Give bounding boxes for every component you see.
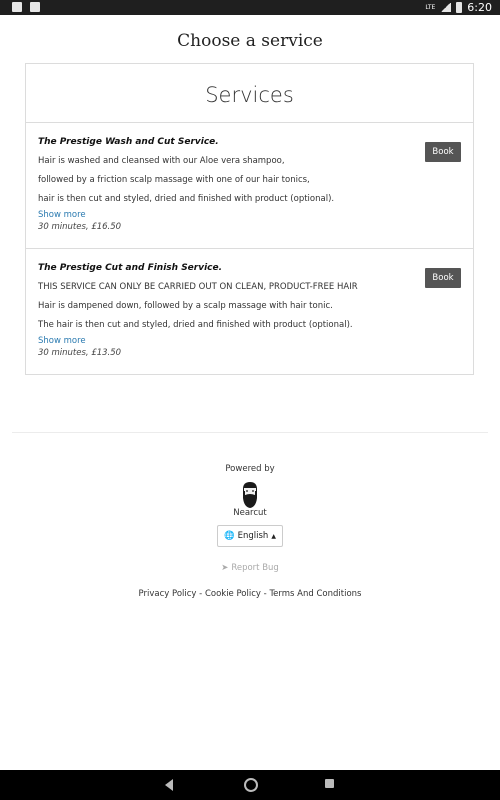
service-description-line: The hair is then cut and styled, dried a… bbox=[38, 320, 353, 330]
link-separator: - bbox=[196, 589, 205, 599]
home-icon[interactable] bbox=[244, 778, 258, 792]
report-bug-link[interactable]: ➤ Report Bug bbox=[0, 563, 500, 573]
language-selector[interactable]: 🌐 English ▲ bbox=[217, 525, 283, 547]
service-description-line: hair is then cut and styled, dried and f… bbox=[38, 194, 335, 204]
network-type: LTE bbox=[425, 4, 436, 11]
battery-icon bbox=[456, 2, 463, 13]
card-title: Services bbox=[205, 83, 294, 107]
system-nav-bar bbox=[0, 770, 500, 800]
book-button[interactable]: Book bbox=[425, 142, 461, 162]
terms-link[interactable]: Terms And Conditions bbox=[269, 589, 361, 599]
powered-by-label: Powered by bbox=[225, 464, 275, 474]
show-more-link[interactable]: Show more bbox=[38, 210, 86, 220]
recent-apps-icon[interactable] bbox=[325, 779, 334, 788]
brand-name: Nearcut bbox=[233, 508, 267, 518]
book-button[interactable]: Book bbox=[425, 268, 461, 288]
card-header: Services bbox=[26, 64, 473, 123]
service-name: The Prestige Cut and Finish Service. bbox=[38, 263, 223, 273]
service-description-line: followed by a friction scalp massage wit… bbox=[38, 175, 310, 185]
report-bug-label: Report Bug bbox=[231, 563, 279, 573]
language-label: English bbox=[237, 531, 269, 541]
notification-image-icon bbox=[12, 2, 22, 12]
globe-icon: 🌐 bbox=[224, 531, 235, 541]
paper-plane-icon: ➤ bbox=[221, 563, 229, 573]
service-duration-price: 30 minutes, £16.50 bbox=[38, 222, 122, 232]
footer: Powered by Nearcut 🌐 English ▲ ➤ Report … bbox=[0, 464, 500, 599]
back-icon[interactable] bbox=[165, 779, 173, 791]
show-more-link[interactable]: Show more bbox=[38, 336, 86, 346]
service-item: The Prestige Cut and Finish Service. THI… bbox=[26, 249, 473, 375]
services-card: Services The Prestige Wash and Cut Servi… bbox=[25, 63, 474, 375]
signal-icon bbox=[440, 3, 452, 12]
legal-links: Privacy Policy - Cookie Policy - Terms A… bbox=[0, 589, 500, 599]
barber-logo-icon[interactable] bbox=[234, 478, 266, 510]
service-name: The Prestige Wash and Cut Service. bbox=[38, 137, 219, 147]
service-item: The Prestige Wash and Cut Service. Hair … bbox=[26, 123, 473, 249]
clock: 6:20 bbox=[467, 1, 492, 14]
footer-divider bbox=[12, 432, 488, 433]
status-bar: LTE 6:20 bbox=[0, 0, 500, 15]
page-title: Choose a service bbox=[177, 31, 323, 51]
service-description-line: Hair is dampened down, followed by a sca… bbox=[38, 301, 333, 311]
service-duration-price: 30 minutes, £13.50 bbox=[38, 348, 122, 358]
service-description-line: Hair is washed and cleansed with our Alo… bbox=[38, 156, 285, 166]
caret-up-icon: ▲ bbox=[271, 532, 276, 540]
privacy-policy-link[interactable]: Privacy Policy bbox=[139, 589, 197, 599]
sd-card-icon bbox=[30, 2, 40, 12]
service-description-line: THIS SERVICE CAN ONLY BE CARRIED OUT ON … bbox=[38, 282, 358, 292]
cookie-policy-link[interactable]: Cookie Policy bbox=[205, 589, 261, 599]
